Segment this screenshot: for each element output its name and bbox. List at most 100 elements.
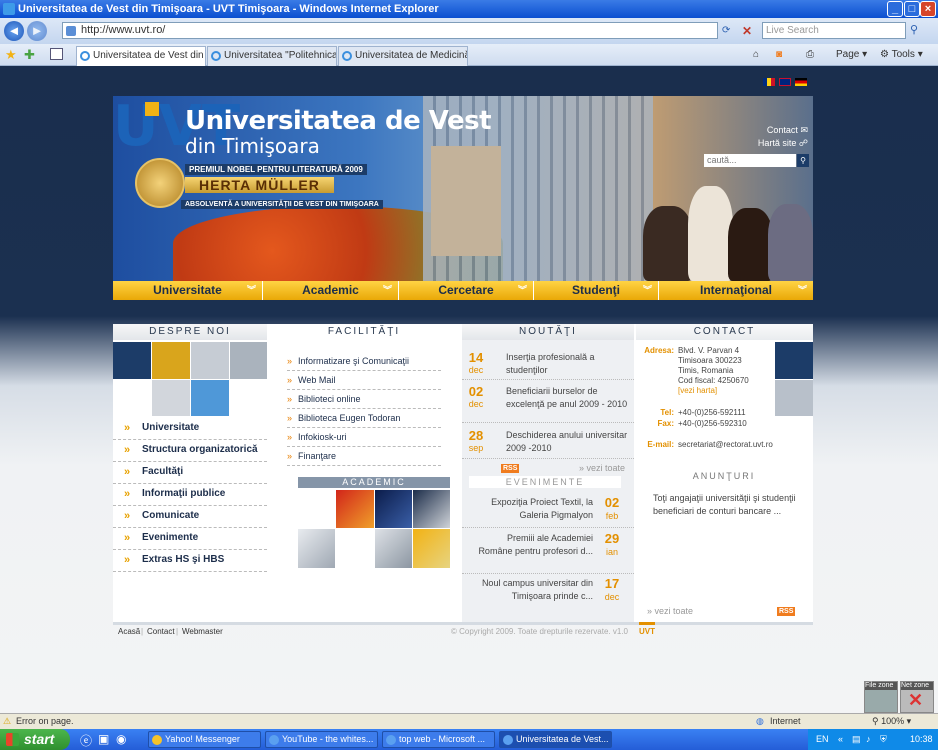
- flag-uk-icon[interactable]: [779, 78, 791, 86]
- left-link-extras[interactable]: » Extras HS şi HBS: [113, 550, 267, 572]
- news-rss-button[interactable]: RSS: [501, 464, 520, 473]
- back-button[interactable]: ◄: [4, 21, 24, 41]
- left-link-universitate[interactable]: » Universitate: [113, 418, 267, 440]
- file-zone-box[interactable]: File zone: [864, 681, 898, 713]
- security-icon[interactable]: ⛨: [880, 729, 887, 750]
- desktop-quicklaunch-icon[interactable]: ▣: [98, 732, 109, 746]
- news-text: Inserţia profesională a studenţilor: [506, 352, 595, 375]
- left-link-structura[interactable]: » Structura organizatorică: [113, 440, 267, 462]
- address-input[interactable]: http://www.uvt.ro/: [62, 22, 718, 39]
- ie-icon: [269, 735, 279, 745]
- home-icon[interactable]: ⌂: [753, 47, 759, 63]
- nav-universitate[interactable]: Universitate ︾: [113, 281, 263, 300]
- footer-link-acasa[interactable]: Acasă: [118, 626, 140, 638]
- live-search-input[interactable]: Live Search: [762, 22, 906, 39]
- left-link-evenimente[interactable]: » Evenimente: [113, 528, 267, 550]
- warning-icon[interactable]: ⚠: [3, 714, 11, 729]
- tab-uvt[interactable]: Universitatea de Vest din ...: [76, 46, 206, 66]
- facility-link[interactable]: » Finanţare: [287, 447, 441, 466]
- facility-link[interactable]: » Biblioteca Eugen Todoran: [287, 409, 441, 428]
- flag-de-icon[interactable]: [795, 78, 807, 86]
- map-link[interactable]: [vezi harta]: [678, 386, 778, 396]
- announcements-rss-button[interactable]: RSS: [777, 607, 796, 616]
- favorites-star-icon[interactable]: ★: [5, 47, 17, 63]
- chevron-right-icon: »: [124, 554, 131, 566]
- facility-link[interactable]: » Informatizare şi Comunicaţii: [287, 352, 441, 371]
- zoom-control[interactable]: ⚲ 100% ▾: [872, 714, 911, 729]
- news-see-all-link[interactable]: » vezi toate: [579, 463, 625, 473]
- email-link[interactable]: secretariat@rectorat.uvt.ro: [678, 440, 798, 450]
- live-search-placeholder: Live Search: [766, 25, 819, 36]
- minimize-button[interactable]: _: [887, 1, 903, 17]
- academic-mosaic-image[interactable]: [298, 490, 450, 568]
- net-zone-box[interactable]: Net zone ✕: [900, 681, 934, 713]
- despre-noi-heading: DESPRE NOI: [113, 324, 267, 340]
- announcements-see-all-link[interactable]: » vezi toate: [647, 606, 693, 616]
- facility-link[interactable]: » Biblioteci online: [287, 390, 441, 409]
- left-link-label: Informaţii publice: [142, 488, 226, 499]
- footer-link-webmaster[interactable]: Webmaster: [182, 626, 223, 638]
- chevron-right-icon: »: [124, 444, 131, 456]
- task-uvt[interactable]: Universitatea de Vest...: [499, 731, 612, 748]
- close-button[interactable]: ×: [920, 1, 936, 17]
- tab-medicina[interactable]: Universitatea de Medicină şi ...: [338, 46, 468, 66]
- network-icon[interactable]: ▤: [852, 729, 861, 750]
- nav-academic[interactable]: Academic ︾: [263, 281, 399, 300]
- quick-tabs-icon[interactable]: [50, 48, 63, 60]
- task-top-web[interactable]: top web - Microsoft ...: [382, 731, 495, 748]
- tray-arrow-icon[interactable]: «: [838, 729, 843, 750]
- nobel-laureate-name[interactable]: HERTA MÜLLER: [185, 177, 334, 193]
- tools-menu-button[interactable]: ⚙ Tools ▾: [880, 47, 923, 63]
- zone-widget: File zone Net zone ✕: [864, 681, 934, 713]
- site-search-button[interactable]: ⚲: [797, 154, 809, 167]
- nav-studenti[interactable]: Studenţi ︾: [534, 281, 659, 300]
- tab-politehnica[interactable]: Universitatea "Politehnica" Ti...: [207, 46, 337, 66]
- add-favorite-icon[interactable]: ✚: [24, 47, 35, 63]
- task-youtube[interactable]: YouTube - the whites...: [265, 731, 378, 748]
- task-yahoo-messenger[interactable]: Yahoo! Messenger: [148, 731, 261, 748]
- fax-value: +40-(0)256-592310: [678, 419, 747, 428]
- event-item[interactable]: Expoziţia Proiect Textil, la Galeria Pig…: [462, 496, 634, 528]
- refresh-icon[interactable]: ⟳: [722, 25, 730, 36]
- left-link-informatii[interactable]: » Informaţii publice: [113, 484, 267, 506]
- sitemap-link[interactable]: Hartă site ☍: [713, 137, 808, 150]
- chevron-right-icon: »: [124, 488, 131, 500]
- chevron-right-icon: »: [287, 413, 293, 423]
- maximize-button[interactable]: □: [904, 1, 920, 17]
- announcement-text[interactable]: Toţi angajaţii universităţii şi studenţi…: [653, 492, 803, 518]
- news-item[interactable]: 28 sep Deschiderea anului universitar 2009…: [462, 429, 634, 459]
- search-icon[interactable]: ⚲: [910, 23, 918, 36]
- left-link-label: Extras HS şi HBS: [142, 554, 225, 565]
- site-search-input[interactable]: caută...: [704, 154, 796, 167]
- ie-icon: [503, 735, 513, 745]
- start-button[interactable]: start: [0, 729, 70, 750]
- news-item[interactable]: 02 dec Beneficiarii burselor de excelenţă …: [462, 385, 634, 423]
- nav-international[interactable]: Internaţional ︾: [659, 281, 813, 300]
- facility-link[interactable]: » Web Mail: [287, 371, 441, 390]
- forward-button[interactable]: ►: [27, 21, 47, 41]
- event-item[interactable]: Noul campus universitar din Timişoara pr…: [462, 577, 634, 607]
- left-link-label: Structura organizatorică: [142, 444, 258, 455]
- contact-decor-square: [775, 380, 813, 416]
- page-menu-button[interactable]: Page ▾: [836, 47, 867, 63]
- address-line: Blvd. V. Parvan 4: [678, 346, 740, 355]
- left-link-comunicate[interactable]: » Comunicate: [113, 506, 267, 528]
- facility-link[interactable]: » Infokiosk-uri: [287, 428, 441, 447]
- site-search-placeholder: caută...: [707, 155, 737, 165]
- left-link-facultati[interactable]: » Facultăţi: [113, 462, 267, 484]
- print-icon[interactable]: ⎙: [806, 47, 814, 63]
- clock[interactable]: 10:38: [910, 729, 933, 750]
- feeds-icon[interactable]: ◙: [776, 47, 782, 63]
- ie-quicklaunch-icon[interactable]: ⓔ: [80, 732, 92, 749]
- footer-link-contact[interactable]: Contact: [147, 626, 175, 638]
- language-indicator[interactable]: EN: [816, 729, 829, 750]
- media-quicklaunch-icon[interactable]: ◉: [116, 732, 126, 746]
- news-item[interactable]: 14 dec Inserţia profesională a studenţilor: [462, 351, 634, 380]
- nav-cercetare[interactable]: Cercetare ︾: [399, 281, 534, 300]
- stop-icon[interactable]: ✕: [742, 24, 752, 38]
- volume-icon[interactable]: ♪: [866, 729, 871, 750]
- flag-ro-icon[interactable]: [763, 78, 775, 86]
- news-day: 14: [468, 350, 484, 365]
- contact-link[interactable]: Contact ✉: [713, 124, 808, 137]
- event-item[interactable]: Premiii ale Academiei Române pentru prof…: [462, 532, 634, 574]
